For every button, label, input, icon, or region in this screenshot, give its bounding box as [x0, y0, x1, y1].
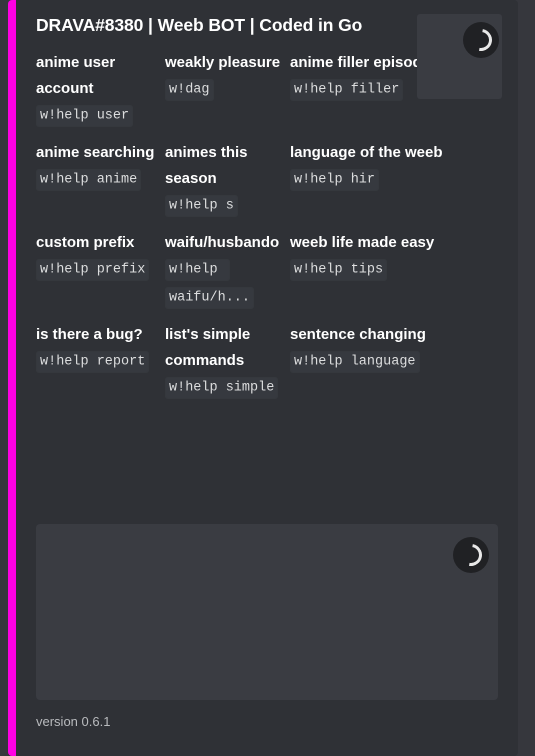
command-code-chip: w!help tips — [290, 258, 388, 281]
embed-footer: version 0.6.1 — [36, 714, 110, 730]
embed-field-value: w!help prefix — [36, 257, 157, 285]
embed-image[interactable] — [36, 524, 498, 700]
embed-field-name: animes this season — [165, 144, 252, 187]
command-code-chip: w!help prefix — [36, 258, 150, 281]
chat-message-area: DRAVA#8380 | Weeb BOT | Coded in Go anim… — [0, 0, 535, 756]
embed-thumbnail[interactable] — [417, 14, 502, 99]
embed-field-value: w!help s — [165, 193, 282, 221]
embed-field-value: w!help language — [290, 349, 494, 377]
embed-field-value: w!help hir — [290, 167, 494, 195]
embed-field: weakly pleasure w!dag — [165, 50, 290, 140]
embed-field-name: anime user account — [36, 54, 120, 97]
embed-field-value: w!help anime — [36, 167, 157, 195]
embed-field-value: w!help waifu/h... — [165, 257, 282, 313]
embed-field-value: w!help tips — [290, 257, 494, 285]
embed-field-name: weeb life made easy — [290, 234, 435, 251]
embed-field-name: weakly pleasure — [165, 54, 281, 71]
embed-field: weeb life made easy w!help tips — [290, 230, 502, 322]
embed-title: DRAVA#8380 | Weeb BOT | Coded in Go — [36, 15, 363, 35]
command-code-chip: w!help anime — [36, 168, 142, 191]
command-code-chip: w!help user — [36, 104, 134, 127]
embed-field-name: sentence changing — [290, 326, 426, 343]
command-code-chip: w!dag — [165, 78, 214, 101]
embed-field: language of the weeb w!help hir — [290, 140, 502, 230]
command-code-chip: w!help simple — [165, 376, 279, 399]
embed-field: is there a bug? w!help report — [36, 322, 165, 412]
embed-field-name: list's simple commands — [165, 326, 255, 369]
embed-accent-bar — [8, 0, 16, 756]
embed-field-name: custom prefix — [36, 234, 135, 251]
loading-spinner-icon — [463, 22, 499, 58]
command-code-chip: w!help language — [290, 350, 420, 373]
embed-field-value: w!help user — [36, 103, 157, 131]
embed-field-value: w!dag — [165, 77, 282, 105]
embed-field: animes this season w!help s — [165, 140, 290, 230]
command-code-chip: w!help filler — [290, 78, 404, 101]
embed-field-name: language of the weeb — [290, 144, 443, 161]
command-code-chip: w!help s — [165, 194, 238, 217]
loading-spinner-icon — [453, 537, 489, 573]
command-code-chip: w!help report — [36, 350, 150, 373]
embed-field-value: w!help report — [36, 349, 157, 377]
embed-field-name: waifu/husbando — [165, 234, 280, 251]
embed-field: anime searching w!help anime — [36, 140, 165, 230]
embed-field: waifu/husbando w!help waifu/h... — [165, 230, 290, 322]
command-code-chip: w!help hir — [290, 168, 380, 191]
embed-field: list's simple commands w!help simple — [165, 322, 290, 412]
rich-embed: DRAVA#8380 | Weeb BOT | Coded in Go anim… — [8, 0, 518, 756]
embed-field: sentence changing w!help language — [290, 322, 502, 412]
embed-field-name: is there a bug? — [36, 326, 143, 343]
footer-version-text: version 0.6.1 — [36, 714, 111, 729]
command-code-chip: w!help waifu/h... — [165, 258, 255, 309]
embed-field: custom prefix w!help prefix — [36, 230, 165, 322]
embed-field-name: anime searching — [36, 144, 155, 161]
embed-field-value: w!help simple — [165, 375, 282, 403]
embed-field: anime user account w!help user — [36, 50, 165, 140]
embed-fields-grid: anime user account w!help user weakly plea… — [36, 50, 502, 412]
